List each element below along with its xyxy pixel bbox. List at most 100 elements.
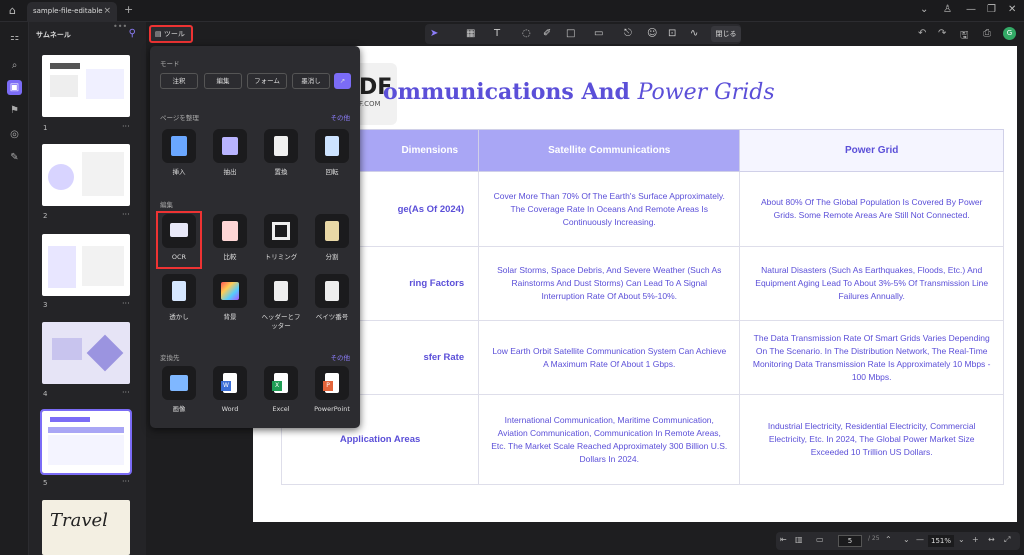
zoom-dropdown-icon[interactable]: ⌄ [958,535,965,544]
collapse-icon[interactable]: ⇤ [780,535,787,544]
drag-handle-icon[interactable]: ••• [113,22,127,31]
convert-excel[interactable]: X Excel [261,366,301,414]
bookmark-icon[interactable]: ⚑ [7,103,22,118]
undo-icon[interactable]: ↶ [918,28,926,39]
redo-icon[interactable]: ↷ [938,28,946,39]
tool-compare[interactable]: 比較 [210,214,250,262]
tool-ocr[interactable]: OCR [156,211,202,269]
attachment-icon[interactable]: ✎ [7,150,22,165]
measure-icon[interactable]: ⊡ [668,28,676,40]
close-tab-icon[interactable]: × [103,6,111,16]
restore-icon[interactable]: ❐ [987,4,996,15]
tool-insert[interactable]: 挿入 [159,129,199,177]
page-thumbnail[interactable] [42,234,130,296]
page-number: 4 [43,390,48,398]
account-icon[interactable]: ♙ [943,4,952,15]
close-toolbar-button[interactable]: 閉じる [711,26,741,42]
print-icon[interactable]: ⎙ [983,28,991,39]
zoom-in-icon[interactable]: + [972,535,979,544]
home-icon[interactable]: ⌂ [9,5,21,17]
table-cell: About 80% Of The Global Population Is Co… [739,171,1004,247]
table-cell: The Data Transmission Rate Of Smart Grid… [739,320,1004,395]
more-icon[interactable]: ··· [122,477,130,486]
attach-icon[interactable]: ⎋ [624,28,632,40]
avatar[interactable]: G [1003,27,1016,40]
apps-icon[interactable]: ⚏ [7,30,22,45]
tool-split[interactable]: 分割 [312,214,352,262]
present-icon[interactable]: ▭ [816,535,824,544]
table-cell: Low Earth Orbit Satellite Communication … [478,320,741,395]
stamp-icon[interactable]: ▭ [594,28,603,40]
page-title: ommunications And Power Grids [383,79,775,105]
more-icon[interactable]: ··· [122,122,130,131]
comment-icon[interactable]: ◌ [522,28,531,40]
section-label: ページを整理 [160,114,199,122]
more-icon[interactable]: ··· [122,299,130,308]
fit-width-icon[interactable]: ↔ [988,535,995,544]
thumbnail-panel: ••• サムネール ⚲ 1 ··· 2 ··· 3 ··· 4 ··· 5 ··… [29,22,146,555]
mode-form-button[interactable]: フォーム [247,73,287,89]
chevron-down-icon[interactable]: ⌄ [920,4,928,15]
mode-redact-button[interactable]: 墨消し [292,73,330,89]
mode-annotate-button[interactable]: 注釈 [160,73,198,89]
tab-title: sample-file-editable [33,7,103,15]
left-toolbar: ⚏ ⌕ ▣ ⚑ ◎ ✎ [0,22,29,555]
tool-rotate[interactable]: 回転 [312,129,352,177]
mode-expand-button[interactable]: ↗ [334,73,351,89]
close-window-icon[interactable]: ✕ [1008,4,1016,15]
page-layout-icon[interactable]: ▥ [795,535,803,544]
select-icon[interactable]: ➤ [430,28,438,40]
convert-powerpoint[interactable]: P PowerPoint [312,366,352,414]
table-header: Satellite Communications [478,129,741,172]
more-icon[interactable]: ··· [122,388,130,397]
prev-page-icon[interactable]: ⌃ [885,535,892,544]
highlight-icon[interactable]: ▦ [466,28,475,40]
page-number: 5 [43,479,48,487]
table-cell: Solar Storms, Space Debris, And Severe W… [478,246,741,321]
next-page-icon[interactable]: ⌄ [903,535,910,544]
tool-crop[interactable]: トリミング [261,214,301,262]
signature-icon[interactable]: ∿ [690,28,698,40]
toolbox-icon: ▤ [155,30,164,38]
thumbnails-icon[interactable]: ▣ [7,80,22,95]
convert-more-link[interactable]: その他 [331,352,351,362]
tool-bates-number[interactable]: ベイツ番号 [312,274,352,322]
fit-page-icon[interactable]: ⤢ [1004,535,1010,545]
pin-icon[interactable]: ⚲ [129,28,136,39]
table-cell: Natural Disasters (Such As Earthquakes, … [739,246,1004,321]
tool-extract[interactable]: 抽出 [210,129,250,177]
text-icon[interactable]: T [494,28,500,40]
page-total: / 25 [868,535,880,542]
page-number-input[interactable]: 5 [838,535,862,547]
convert-word[interactable]: W Word [210,366,250,414]
minimize-icon[interactable]: — [966,4,976,15]
tool-watermark[interactable]: 透かし [159,274,199,322]
page-thumbnail-selected[interactable] [40,409,132,475]
panel-title: サムネール [36,31,71,39]
page-thumbnail[interactable] [42,144,130,206]
page-thumbnail[interactable]: Travel [42,500,130,555]
comment-icon[interactable]: ◎ [7,127,22,142]
convert-image[interactable]: 画像 [159,366,199,414]
organize-more-link[interactable]: その他 [331,112,351,122]
sticker-icon[interactable]: ☺ [647,28,657,40]
tool-background[interactable]: 背景 [210,274,250,322]
zoom-level[interactable]: 151% [928,535,954,547]
new-tab-icon[interactable]: + [124,3,133,16]
mode-edit-button[interactable]: 編集 [204,73,242,89]
page-thumbnail[interactable] [42,322,130,384]
search-icon[interactable]: ⌕ [7,58,22,73]
page-thumbnail[interactable] [42,55,130,117]
more-icon[interactable]: ··· [122,210,130,219]
save-icon[interactable]: 🖫 [960,28,969,45]
annotation-toolbar: ➤ ▦ T ◌ ✐ □ ▭ ⎋ ☺ ⊡ ∿ [425,24,741,44]
pen-icon[interactable]: ✐ [543,28,551,40]
zoom-out-icon[interactable]: — [916,535,924,544]
tool-header-footer[interactable]: ヘッダーとフッター [261,274,301,331]
title-bar: ⌂ sample-file-editable × + ⌄ ♙ — ❐ ✕ [0,0,1024,22]
comparison-table: Dimensions Satellite Communications Powe… [280,129,1004,485]
tools-button[interactable]: ▤ ツール [149,25,193,43]
shape-icon[interactable]: □ [566,28,575,40]
document-tab[interactable]: sample-file-editable × [27,2,117,22]
tool-replace[interactable]: 置換 [261,129,301,177]
